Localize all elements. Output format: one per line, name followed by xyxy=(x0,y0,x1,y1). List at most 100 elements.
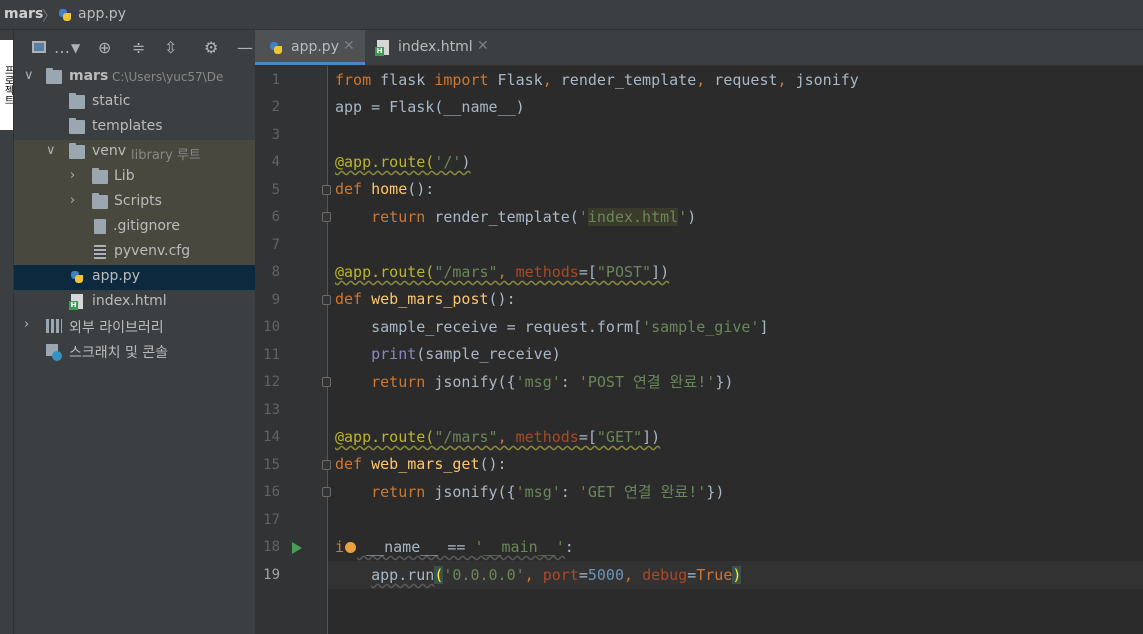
tab-label: index.html xyxy=(398,39,473,55)
line-number: 11 xyxy=(263,347,280,363)
tree-item-lib[interactable]: › Lib xyxy=(14,165,255,190)
tree-label: index.html xyxy=(92,293,167,309)
tree-label: static xyxy=(92,93,131,109)
code-line-8: @app.route("/mars", methods=["POST"]) xyxy=(335,263,670,281)
library-icon xyxy=(46,319,62,333)
folder-icon xyxy=(92,193,108,209)
line-number: 1 xyxy=(271,72,280,88)
chevron-right-icon[interactable]: › xyxy=(24,317,29,332)
editor-tab-bar: app.py ✕ H index.html ✕ xyxy=(255,30,1143,66)
tree-label: .gitignore xyxy=(113,218,180,234)
config-file-icon xyxy=(94,245,106,259)
html-file-icon: H xyxy=(375,40,389,56)
breadcrumb-file[interactable]: app.py xyxy=(78,6,126,22)
navigation-bar: mars 〉 app.py xyxy=(0,0,1143,30)
tool-window-strip: 프로젝트 xyxy=(0,30,14,634)
line-number: 16 xyxy=(263,484,280,500)
code-line-12: return jsonify({'msg': 'POST 연결 완료!'}) xyxy=(371,373,734,391)
code-line-2: app = Flask(__name__) xyxy=(335,98,525,116)
code-line-16: return jsonify({'msg': 'GET 연결 완료!'}) xyxy=(371,483,725,501)
expand-all-icon[interactable]: ≑ xyxy=(132,39,145,57)
code-line-11: print(sample_receive) xyxy=(371,345,561,363)
project-panel: … ▼ ⊕ ≑ ⇳ ⚙ — ∨ mars C:\Users\yuc57\De s… xyxy=(14,30,255,634)
tree-item-static[interactable]: static xyxy=(14,90,255,115)
chevron-down-icon[interactable]: ▼ xyxy=(71,39,80,57)
tab-app-py[interactable]: app.py ✕ xyxy=(255,30,365,65)
python-file-icon xyxy=(269,41,283,55)
line-number: 8 xyxy=(271,264,280,280)
locate-icon[interactable]: ⊕ xyxy=(98,39,111,57)
tree-item-templates[interactable]: templates xyxy=(14,115,255,140)
code-line-18: i __name__ == '__main__': xyxy=(335,538,574,556)
close-icon[interactable]: ✕ xyxy=(343,38,355,54)
clock-icon xyxy=(52,351,62,361)
more-icon[interactable]: … xyxy=(54,39,70,57)
tab-index-html[interactable]: H index.html ✕ xyxy=(365,30,500,65)
tab-label: app.py xyxy=(291,39,339,55)
line-number: 15 xyxy=(263,457,280,473)
folder-icon xyxy=(69,118,85,134)
tree-path-hint: C:\Users\yuc57\De xyxy=(112,70,224,84)
line-number: 2 xyxy=(271,99,280,115)
line-number: 14 xyxy=(263,429,280,445)
chevron-down-icon[interactable]: ∨ xyxy=(24,68,34,83)
code-line-9: def web_mars_post(): xyxy=(335,290,516,308)
python-file-icon xyxy=(70,270,84,284)
line-number: 9 xyxy=(271,292,280,308)
tree-item-venv[interactable]: ∨ venv library 루트 xyxy=(14,140,255,165)
tree-item-external-libraries[interactable]: › 외부 라이브러리 xyxy=(14,314,255,339)
tree-label: app.py xyxy=(92,268,140,284)
run-icon[interactable] xyxy=(292,542,302,554)
line-number: 17 xyxy=(263,512,280,528)
tree-item-app-py[interactable]: app.py xyxy=(14,265,255,290)
code-line-5: def home(): xyxy=(335,180,435,198)
line-number: 19 xyxy=(263,567,280,583)
code-line-15: def web_mars_get(): xyxy=(335,455,507,473)
project-toolbar: … ▼ ⊕ ≑ ⇳ ⚙ — xyxy=(14,30,255,65)
minimize-icon[interactable]: — xyxy=(237,39,253,57)
code-line-6: return render_template('index.html') xyxy=(371,208,697,226)
close-icon[interactable]: ✕ xyxy=(477,38,489,54)
gear-icon[interactable]: ⚙ xyxy=(204,39,218,57)
folder-icon xyxy=(69,143,85,159)
tree-item-root[interactable]: ∨ mars C:\Users\yuc57\De xyxy=(14,65,255,90)
tree-item-scripts[interactable]: › Scripts xyxy=(14,190,255,215)
chevron-right-icon[interactable]: › xyxy=(70,168,75,183)
ignore-file-icon xyxy=(94,219,106,234)
collapse-all-icon[interactable]: ⇳ xyxy=(164,39,177,57)
line-number: 12 xyxy=(263,374,280,390)
view-mode-icon[interactable] xyxy=(32,39,46,57)
tree-item-index-html[interactable]: H index.html xyxy=(14,290,255,315)
folder-icon xyxy=(46,68,62,84)
line-number: 10 xyxy=(263,319,280,335)
line-number: 18 xyxy=(263,539,280,555)
line-number: 4 xyxy=(271,154,280,170)
tree-label: Scripts xyxy=(114,193,162,209)
tree-item-scratches[interactable]: 스크래치 및 콘솔 xyxy=(14,339,255,364)
project-tool-tab[interactable]: 프로젝트 xyxy=(0,40,13,130)
line-number: 13 xyxy=(263,402,280,418)
folder-icon xyxy=(69,93,85,109)
tree-item-pyvenv[interactable]: pyvenv.cfg xyxy=(14,240,255,265)
chevron-right-icon[interactable]: › xyxy=(70,193,75,208)
tree-hint: library 루트 xyxy=(131,148,201,163)
folder-icon xyxy=(92,168,108,184)
tree-label: pyvenv.cfg xyxy=(114,243,191,259)
line-number: 7 xyxy=(271,237,280,253)
tree-label: venv xyxy=(92,143,127,159)
breadcrumb-separator: 〉 xyxy=(42,9,56,25)
tree-item-gitignore[interactable]: .gitignore xyxy=(14,215,255,240)
code-line-19: app.run('0.0.0.0', port=5000, debug=True… xyxy=(371,566,742,584)
line-number: 3 xyxy=(271,127,280,143)
tree-label: templates xyxy=(92,118,163,134)
tree-label: Lib xyxy=(114,168,135,184)
intention-bulb-icon[interactable] xyxy=(345,542,357,553)
code-line-1: from flask import Flask, render_template… xyxy=(335,71,859,89)
tree-label: 외부 라이브러리 xyxy=(69,320,164,336)
line-number: 6 xyxy=(271,209,280,225)
editor-gutter: 1 2 3 4 5 6 7 8 9 10 11 12 13 14 15 16 1… xyxy=(255,66,331,634)
code-line-10: sample_receive = request.form['sample_gi… xyxy=(371,318,769,336)
code-editor[interactable]: from flask import Flask, render_template… xyxy=(328,66,1143,634)
breadcrumb-project[interactable]: mars xyxy=(4,6,43,22)
chevron-down-icon[interactable]: ∨ xyxy=(46,143,56,158)
